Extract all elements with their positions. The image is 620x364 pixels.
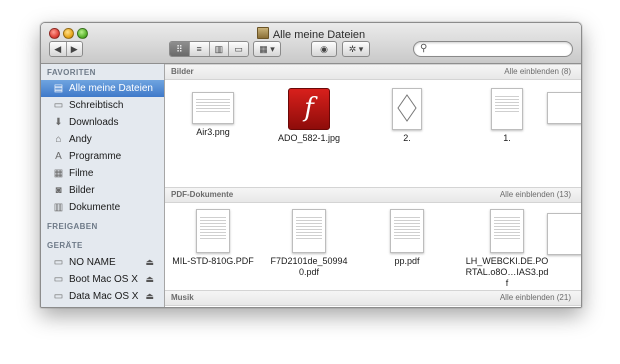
show-all-pdfs-link[interactable]: Alle einblenden (13) [500, 190, 571, 199]
eject-icon[interactable]: ⏏ [145, 271, 154, 288]
file-name: Air3.png [196, 127, 230, 137]
devices-heading: GERÄTE [47, 241, 83, 250]
file-item[interactable]: f ADO_582-1.jpg [267, 88, 351, 144]
file-name: pp.pdf [394, 256, 420, 266]
column-view-button[interactable]: ▥ [209, 42, 230, 56]
sidebar-item-documents[interactable]: ▥ Dokumente [41, 199, 164, 216]
drive-icon: ▭ [53, 291, 64, 302]
section-header-music: Musik Alle einblenden (21) [165, 290, 581, 306]
section-title: Bilder [171, 67, 194, 76]
pdf-icon [390, 209, 424, 253]
file-name: MIL-STD-810G.PDF [172, 256, 254, 266]
pdf-icon [196, 209, 230, 253]
arrange-button[interactable]: ▦ ▾ [253, 41, 281, 57]
sidebar-item-pictures[interactable]: ◙ Bilder [41, 182, 164, 199]
shared-heading: FREIGABEN [47, 222, 98, 231]
pdf-icon[interactable] [547, 213, 581, 255]
image-thumbnail[interactable] [547, 92, 581, 124]
sidebar-item-label: Dokumente [69, 202, 121, 213]
file-browser: Bilder Alle einblenden (8) Air3.png f AD… [165, 64, 581, 307]
file-item[interactable]: MIL-STD-810G.PDF [171, 209, 255, 267]
sidebar-item-andy[interactable]: ⌂ Andy [41, 131, 164, 148]
list-view-button[interactable]: ≡ [189, 42, 210, 56]
sidebar-item-applications[interactable]: A Programme [41, 148, 164, 165]
image-thumbnail [491, 88, 523, 130]
sidebar-item-desktop[interactable]: ▭ Schreibtisch [41, 97, 164, 114]
sidebar-item-boot-mac-os-x[interactable]: ▭ Boot Mac OS X ⏏ [41, 271, 164, 288]
eject-icon[interactable]: ⏏ [145, 254, 154, 271]
sidebar-item-label: Downloads [69, 117, 119, 128]
file-name: 2. [403, 133, 411, 143]
coverflow-view-button[interactable]: ▭ [229, 42, 248, 56]
drive-icon: ▭ [53, 257, 64, 268]
title-bar: Alle meine Dateien ◀ ▶ ⠿ ≡ ▥ ▭ ▦ ▾ ◉ ✲ ▾… [41, 23, 581, 64]
file-item[interactable]: 1. [465, 88, 549, 144]
section-header-pdfs: PDF-Dokumente Alle einblenden (13) [165, 187, 581, 203]
finder-window: Alle meine Dateien ◀ ▶ ⠿ ≡ ▥ ▭ ▦ ▾ ◉ ✲ ▾… [40, 22, 582, 308]
drive-icon: ▭ [53, 274, 64, 285]
image-thumbnail [392, 88, 422, 130]
file-name: LH_WEBCKI.DE.PORTAL.o8O…IAS3.pdf [465, 256, 549, 288]
pictures-icon: ◙ [55, 185, 62, 196]
sidebar-item-label: Data Mac OS X [69, 291, 139, 302]
file-item[interactable]: 2. [365, 88, 449, 144]
sidebar-item-downloads[interactable]: ⬇ Downloads [41, 114, 164, 131]
favorites-heading: FAVORITEN [47, 68, 96, 77]
documents-icon: ▥ [53, 202, 64, 213]
all-files-icon: ▤ [53, 83, 64, 94]
file-item[interactable]: Air3.png [171, 88, 255, 138]
pdf-icon [292, 209, 326, 253]
sidebar-item-movies[interactable]: ▦ Filme [41, 165, 164, 182]
forward-button[interactable]: ▶ [66, 42, 82, 56]
file-name: ADO_582-1.jpg [277, 133, 341, 143]
sidebar-item-label: Programme [69, 151, 122, 162]
sidebar-item-data-mac-os-x[interactable]: ▭ Data Mac OS X ⏏ [41, 288, 164, 305]
downloads-icon: ⬇ [54, 117, 63, 128]
quicklook-button[interactable]: ◉ [311, 41, 337, 57]
sidebar-item-no-name[interactable]: ▭ NO NAME ⏏ [41, 254, 164, 271]
section-title: PDF-Dokumente [171, 190, 234, 199]
movies-icon: ▦ [53, 168, 64, 179]
file-item[interactable]: LH_WEBCKI.DE.PORTAL.o8O…IAS3.pdf [465, 209, 549, 289]
sidebar-item-label: Filme [69, 168, 94, 179]
section-header-images: Bilder Alle einblenden (8) [165, 64, 581, 80]
sidebar: FAVORITEN ▤ Alle meine Dateien ▭ Schreib… [41, 64, 165, 307]
home-icon: ⌂ [55, 134, 62, 145]
section-title: Musik [171, 293, 194, 302]
nav-buttons: ◀ ▶ [49, 41, 83, 57]
view-mode-control: ⠿ ≡ ▥ ▭ [169, 41, 249, 57]
eject-icon[interactable]: ⏏ [145, 288, 154, 305]
sidebar-item-all-files[interactable]: ▤ Alle meine Dateien [41, 80, 164, 97]
sidebar-item-label: Schreibtisch [69, 100, 124, 111]
window-title-wrap: Alle meine Dateien [41, 27, 581, 41]
file-item[interactable]: pp.pdf [365, 209, 449, 267]
all-files-icon [256, 27, 269, 39]
show-all-music-link[interactable]: Alle einblenden (21) [500, 293, 571, 302]
applications-icon: A [55, 151, 62, 162]
desktop-icon: ▭ [53, 100, 64, 111]
sidebar-item-label: Bilder [69, 185, 95, 196]
sidebar-item-label: Alle meine Dateien [69, 83, 153, 94]
sidebar-item-label: Boot Mac OS X [69, 274, 138, 285]
file-item[interactable]: F7D2101de_509940.pdf [267, 209, 351, 278]
file-name: F7D2101de_509940.pdf [270, 256, 348, 277]
search-icon: ⚲ [420, 43, 428, 54]
window-title: Alle meine Dateien [272, 29, 366, 41]
file-name: 1. [503, 133, 511, 143]
sidebar-item-label: NO NAME [69, 257, 116, 268]
sidebar-item-label: Andy [69, 134, 92, 145]
search-field[interactable]: ⚲ [413, 41, 573, 57]
action-button[interactable]: ✲ ▾ [342, 41, 370, 57]
back-button[interactable]: ◀ [50, 42, 67, 56]
image-thumbnail [192, 92, 234, 124]
flash-icon: f [288, 88, 330, 130]
pdf-icon [490, 209, 524, 253]
show-all-images-link[interactable]: Alle einblenden (8) [504, 67, 571, 76]
icon-view-button[interactable]: ⠿ [170, 42, 190, 56]
